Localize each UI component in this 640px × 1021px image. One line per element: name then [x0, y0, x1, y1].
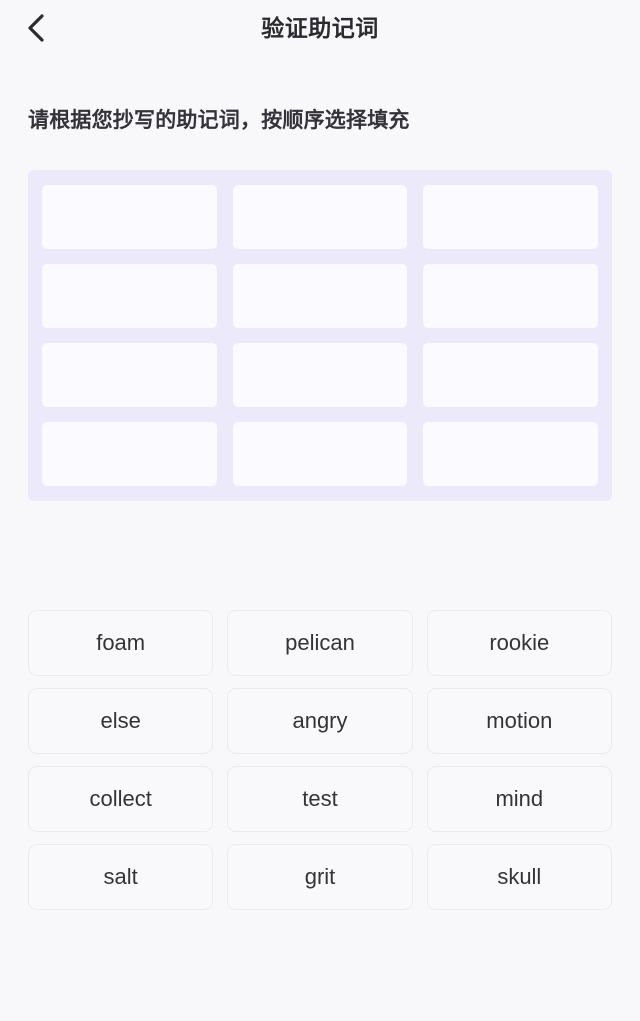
mnemonic-slot[interactable]: [423, 264, 598, 328]
mnemonic-slot[interactable]: [423, 422, 598, 486]
mnemonic-slot[interactable]: [42, 264, 217, 328]
word-option-angry[interactable]: angry: [227, 688, 413, 754]
mnemonic-slot[interactable]: [232, 264, 408, 328]
app-header: 验证助记词: [0, 0, 640, 56]
mnemonic-slot[interactable]: [232, 185, 408, 249]
mnemonic-slot[interactable]: [232, 343, 408, 407]
word-option-salt[interactable]: salt: [28, 844, 214, 910]
mnemonic-slot-grid: [28, 170, 612, 501]
word-option-grit[interactable]: grit: [227, 844, 413, 910]
back-button[interactable]: [14, 6, 58, 50]
mnemonic-slot[interactable]: [232, 422, 408, 486]
word-option-skull[interactable]: skull: [426, 844, 612, 910]
word-option-motion[interactable]: motion: [426, 688, 612, 754]
word-bank: foam pelican rookie else angry motion co…: [28, 610, 612, 910]
mnemonic-slot[interactable]: [42, 185, 217, 249]
word-option-pelican[interactable]: pelican: [227, 610, 413, 676]
word-option-else[interactable]: else: [28, 688, 214, 754]
mnemonic-slot[interactable]: [42, 343, 217, 407]
page-title: 验证助记词: [261, 14, 379, 41]
word-option-rookie[interactable]: rookie: [426, 610, 612, 676]
mnemonic-slot[interactable]: [42, 422, 217, 486]
word-option-foam[interactable]: foam: [28, 610, 214, 676]
mnemonic-slot[interactable]: [423, 185, 598, 249]
word-option-mind[interactable]: mind: [426, 766, 612, 832]
word-option-collect[interactable]: collect: [28, 766, 214, 832]
mnemonic-slot[interactable]: [423, 343, 598, 407]
word-option-test[interactable]: test: [227, 766, 413, 832]
instruction-text: 请根据您抄写的助记词，按顺序选择填充: [28, 109, 410, 132]
chevron-left-icon: [24, 13, 48, 43]
